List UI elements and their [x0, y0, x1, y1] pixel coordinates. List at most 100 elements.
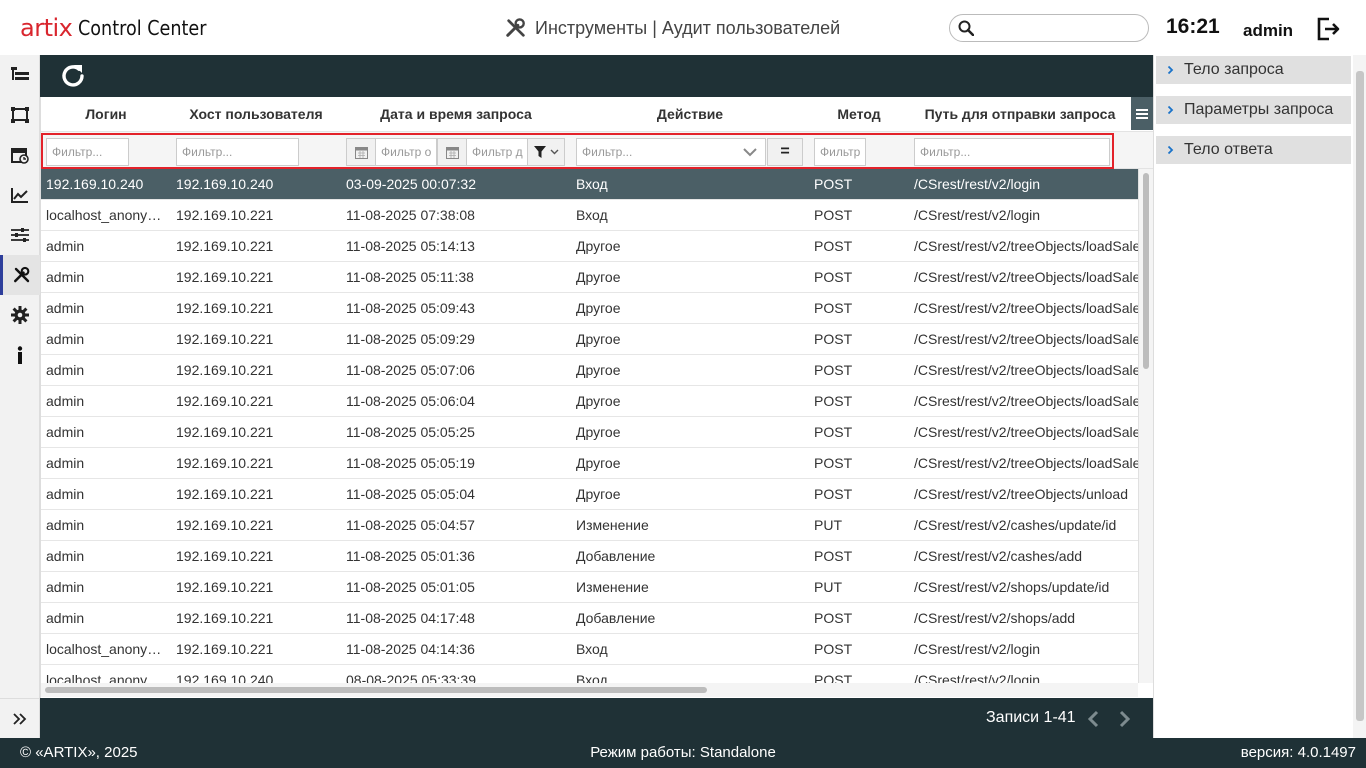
- table-row[interactable]: admin 192.169.10.221 11-08-2025 05:04:57 Из…: [41, 510, 1138, 541]
- nav-reports[interactable]: [0, 175, 40, 215]
- panel-scrollbar[interactable]: [1353, 55, 1366, 738]
- cell-path: /CSrest/rest/v2/login: [914, 641, 1041, 657]
- username[interactable]: admin: [1243, 21, 1293, 41]
- table-row[interactable]: admin 192.169.10.221 11-08-2025 05:05:04 Др…: [41, 479, 1138, 510]
- nav-tree[interactable]: [0, 55, 40, 95]
- table-row[interactable]: admin 192.169.10.221 11-08-2025 05:07:06 Др…: [41, 355, 1138, 386]
- table-row[interactable]: localhost_anonymous 192.169.10.221 11-08-2…: [41, 200, 1138, 231]
- filter-method-input[interactable]: [820, 145, 865, 159]
- filter-path-input[interactable]: [920, 145, 1109, 159]
- accordion-label: Тело ответа: [1184, 141, 1273, 158]
- action-filter-equals-button[interactable]: =: [767, 138, 803, 166]
- calendar-icon: [445, 146, 459, 159]
- column-header-host[interactable]: Хост пользователя: [171, 97, 341, 130]
- nav-info[interactable]: [0, 335, 40, 375]
- horizontal-scrollbar[interactable]: [41, 683, 1138, 697]
- vertical-scroll-thumb[interactable]: [1143, 173, 1149, 369]
- table-row[interactable]: admin 192.169.10.221 11-08-2025 05:14:13 Др…: [41, 231, 1138, 262]
- filter-action[interactable]: [576, 138, 766, 166]
- date-filter-mode-dropdown[interactable]: [527, 138, 565, 166]
- cell-host: 192.169.10.221: [176, 486, 274, 502]
- filter-login[interactable]: [46, 138, 129, 166]
- vertical-scrollbar[interactable]: [1138, 169, 1154, 683]
- clock: 16:21: [1166, 15, 1220, 38]
- schedule-icon: [11, 148, 29, 164]
- search-input[interactable]: [980, 18, 1140, 38]
- cell-datetime: 11-08-2025 05:05:04: [346, 486, 475, 502]
- cell-login: 192.169.10.240: [46, 176, 144, 192]
- filter-host-input[interactable]: [182, 145, 298, 159]
- pager: Записи 1-41: [40, 698, 1153, 738]
- column-header-login[interactable]: Логин: [41, 97, 171, 130]
- nav-expand[interactable]: [0, 698, 40, 738]
- app-logo[interactable]: artix Control Center: [20, 10, 224, 46]
- cell-method: POST: [814, 548, 853, 564]
- cell-path: /CSrest/rest/v2/treeObjects/loadSale: [914, 269, 1138, 285]
- cell-action: Добавление: [576, 548, 656, 564]
- table-row[interactable]: admin 192.169.10.221 11-08-2025 05:09:43 Др…: [41, 293, 1138, 324]
- cell-method: POST: [814, 486, 853, 502]
- cell-path: /CSrest/rest/v2/cashes/add: [914, 548, 1083, 564]
- cell-host: 192.169.10.240: [176, 672, 274, 683]
- table-row[interactable]: admin 192.169.10.221 11-08-2025 05:11:38 Др…: [41, 262, 1138, 293]
- column-header-path[interactable]: Путь для отправки запроса: [909, 97, 1131, 130]
- column-headers: Логин Хост пользователя Дата и время зап…: [41, 97, 1154, 130]
- table-row[interactable]: admin 192.169.10.221 11-08-2025 05:09:29 Др…: [41, 324, 1138, 355]
- cell-datetime: 11-08-2025 04:14:36: [346, 641, 475, 657]
- cell-path: /CSrest/rest/v2/login: [914, 207, 1041, 223]
- accordion-response-body[interactable]: Тело ответа: [1156, 136, 1351, 164]
- chevron-left-icon[interactable]: [1086, 710, 1100, 728]
- nav-tools[interactable]: [0, 255, 40, 295]
- filter-action-input[interactable]: [582, 145, 743, 159]
- filter-path[interactable]: [914, 138, 1110, 166]
- nav-schedule[interactable]: [0, 135, 40, 175]
- column-header-action[interactable]: Действие: [571, 97, 809, 130]
- cell-login: admin: [46, 362, 85, 378]
- table-row[interactable]: 192.169.10.240 192.169.10.240 03-09-2025 0…: [41, 169, 1138, 200]
- nav-settings-sliders[interactable]: [0, 215, 40, 255]
- table-row[interactable]: localhost_anonymous 192.169.10.240 08-08-2…: [41, 665, 1138, 683]
- date-from-calendar-button[interactable]: [346, 138, 376, 166]
- panel-scroll-thumb[interactable]: [1356, 71, 1364, 721]
- accordion-request-params[interactable]: Параметры запроса: [1156, 96, 1351, 124]
- table-row[interactable]: admin 192.169.10.221 11-08-2025 05:05:19 Др…: [41, 448, 1138, 479]
- terminal-icon: [11, 107, 29, 123]
- filter-date-to-input[interactable]: [472, 145, 527, 159]
- cell-host: 192.169.10.221: [176, 331, 274, 347]
- filter-method[interactable]: [814, 138, 866, 166]
- logout-icon[interactable]: [1315, 16, 1341, 42]
- horizontal-scroll-thumb[interactable]: [45, 687, 707, 693]
- chevron-right-icon[interactable]: [1118, 710, 1132, 728]
- cell-login: admin: [46, 238, 85, 254]
- accordion-request-body[interactable]: Тело запроса: [1156, 56, 1351, 84]
- chevron-down-icon[interactable]: [743, 147, 757, 157]
- filter-date-from[interactable]: [375, 138, 437, 166]
- table-row[interactable]: admin 192.169.10.221 11-08-2025 05:06:04 Др…: [41, 386, 1138, 417]
- column-header-method[interactable]: Метод: [809, 97, 909, 130]
- cell-method: POST: [814, 300, 853, 316]
- table-row[interactable]: admin 192.169.10.221 11-08-2025 05:01:36 До…: [41, 541, 1138, 572]
- cell-action: Другое: [576, 424, 621, 440]
- date-to-calendar-button[interactable]: [437, 138, 467, 166]
- table-row[interactable]: admin 192.169.10.221 11-08-2025 05:01:05 Из…: [41, 572, 1138, 603]
- column-menu-button[interactable]: [1131, 97, 1153, 130]
- table-row[interactable]: admin 192.169.10.221 11-08-2025 04:17:48 До…: [41, 603, 1138, 634]
- cell-login: localhost_anonymous: [46, 207, 164, 223]
- filter-host[interactable]: [176, 138, 299, 166]
- column-header-datetime[interactable]: Дата и время запроса: [341, 97, 571, 130]
- search-box[interactable]: [949, 14, 1149, 42]
- nav-settings[interactable]: [0, 295, 40, 335]
- refresh-icon[interactable]: [60, 63, 86, 89]
- cell-path: /CSrest/rest/v2/treeObjects/loadSale: [914, 300, 1138, 316]
- table-row[interactable]: admin 192.169.10.221 11-08-2025 05:05:25 Др…: [41, 417, 1138, 448]
- cell-login: admin: [46, 517, 85, 533]
- cell-datetime: 11-08-2025 05:06:04: [346, 393, 475, 409]
- filter-date-from-input[interactable]: [381, 145, 436, 159]
- filter-login-input[interactable]: [52, 145, 128, 159]
- nav-terminal[interactable]: [0, 95, 40, 135]
- filter-date-to[interactable]: [466, 138, 528, 166]
- table-row[interactable]: localhost_anonymous 192.169.10.221 11-08-2…: [41, 634, 1138, 665]
- cell-login: admin: [46, 579, 85, 595]
- cell-login: admin: [46, 455, 85, 471]
- sliders-icon: [11, 228, 29, 242]
